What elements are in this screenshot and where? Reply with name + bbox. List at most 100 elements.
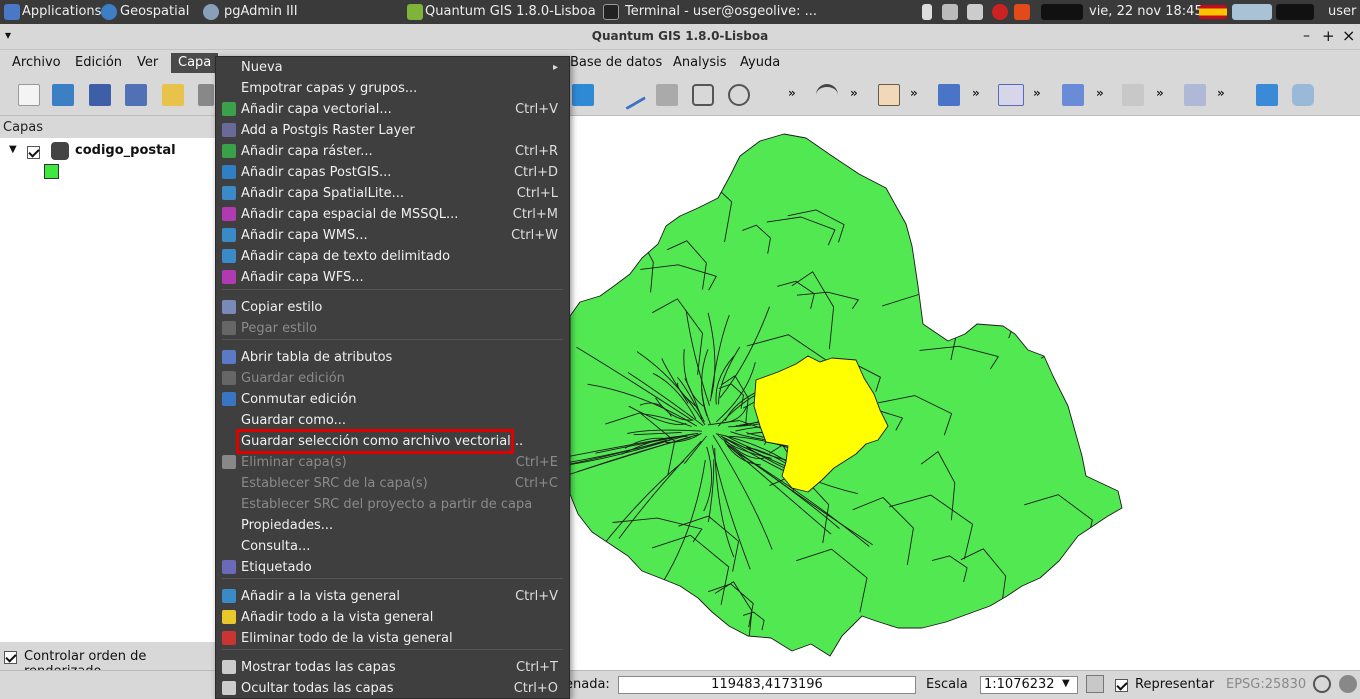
- toolbar-overflow-7[interactable]: »: [1156, 86, 1164, 100]
- toggle-editing-icon[interactable]: [615, 79, 647, 111]
- print-icon[interactable]: [198, 84, 214, 106]
- undo-icon[interactable]: [816, 84, 838, 106]
- close-button[interactable]: ×: [1342, 26, 1355, 45]
- menu-item-anadir-capa-wfs[interactable]: Añadir capa WFS...: [216, 267, 569, 288]
- menu-item-add-a-postgis-raster-layer[interactable]: Add a Postgis Raster Layer: [216, 120, 569, 141]
- open-project-icon[interactable]: [52, 84, 74, 106]
- menu-item-conmutar-edicion[interactable]: Conmutar edición: [216, 389, 569, 410]
- coordinate-field[interactable]: 119483,4173196: [618, 676, 916, 694]
- plugin-bus-icon[interactable]: [1256, 84, 1278, 106]
- render-checkbox[interactable]: [1115, 679, 1128, 692]
- applications-menu[interactable]: Applications: [22, 0, 101, 24]
- menu-item-etiquetado[interactable]: Etiquetado: [216, 557, 569, 578]
- boundary-line: [937, 166, 973, 225]
- new-print-composer-icon[interactable]: [162, 84, 184, 106]
- menu-item-anadir-a-la-vista-general[interactable]: Añadir a la vista general Ctrl+V: [216, 586, 569, 607]
- alert-icon[interactable]: [1014, 4, 1030, 20]
- menu-ayuda[interactable]: Ayuda: [733, 53, 787, 73]
- network-icon[interactable]: [967, 4, 983, 20]
- battery-icon[interactable]: [922, 4, 932, 20]
- stop-render-icon[interactable]: [1086, 675, 1104, 693]
- menu-item-anadir-capa-spatiallite[interactable]: Añadir capa SpatialLite... Ctrl+L: [216, 183, 569, 204]
- menu-item-anadir-capa-espacial-de-mssql[interactable]: Añadir capa espacial de MSSQL... Ctrl+M: [216, 204, 569, 225]
- user-menu[interactable]: user: [1328, 0, 1356, 24]
- epsg-label[interactable]: EPSG:25830: [1226, 677, 1306, 692]
- menu-item-shortcut: Ctrl+E: [515, 455, 558, 470]
- anadir-capa-vectorial-icon: [222, 102, 236, 116]
- menu-item-nueva[interactable]: Nueva ▸: [216, 57, 569, 78]
- menu-edicion[interactable]: Edición: [68, 53, 129, 73]
- layer-row[interactable]: ▼ codigo_postal: [0, 140, 216, 182]
- new-project-icon[interactable]: [18, 84, 40, 106]
- menu-item-anadir-todo-a-la-vista-general[interactable]: Añadir todo a la vista general: [216, 607, 569, 628]
- menu-item-anadir-capas-postgis[interactable]: Añadir capas PostGIS... Ctrl+D: [216, 162, 569, 183]
- menu-item-guardar-como[interactable]: Guardar como...: [216, 410, 569, 431]
- messages-icon[interactable]: [1339, 675, 1357, 693]
- menu-item-shortcut: Ctrl+C: [514, 476, 558, 491]
- boundary-line: [1026, 586, 1076, 637]
- save-edits-icon[interactable]: [656, 84, 678, 106]
- menu-item-label: Eliminar capa(s): [241, 455, 347, 470]
- menu-item-ocultar-todas-las-capas[interactable]: Ocultar todas las capas Ctrl+O: [216, 678, 569, 699]
- menu-ver[interactable]: Ver: [130, 53, 165, 73]
- label-icon[interactable]: [1184, 84, 1206, 106]
- menu-item-anadir-capa-de-texto-delimitado[interactable]: Añadir capa de texto delimitado: [216, 246, 569, 267]
- toolbar-overflow-4[interactable]: »: [972, 86, 980, 100]
- map-svg[interactable]: [570, 116, 1360, 670]
- map-canvas[interactable]: [570, 116, 1360, 670]
- menu-analysis[interactable]: Analysis: [666, 53, 734, 73]
- menu-item-empotrar-capas-y-grupos[interactable]: Empotrar capas y grupos...: [216, 78, 569, 99]
- maximize-button[interactable]: +: [1322, 27, 1335, 45]
- menu-item-establecer-src-del-proyecto-a-partir-de-capa: Establecer SRC del proyecto a partir de …: [216, 494, 569, 515]
- window-titlebar: ▾ Quantum GIS 1.8.0-Lisboa – + ×: [0, 24, 1360, 50]
- digitize-icon[interactable]: [1122, 84, 1144, 106]
- toolbar-overflow-3[interactable]: »: [910, 86, 918, 100]
- minimize-button[interactable]: –: [1303, 28, 1310, 44]
- gps-icon[interactable]: [1062, 84, 1084, 106]
- workspace-switcher[interactable]: [1232, 4, 1272, 20]
- move-feature-icon[interactable]: [728, 84, 750, 106]
- expand-arrow-icon[interactable]: ▼: [9, 144, 17, 155]
- layer-name[interactable]: codigo_postal: [75, 143, 176, 158]
- menu-item-copiar-estilo[interactable]: Copiar estilo: [216, 297, 569, 318]
- menu-base-de-datos[interactable]: Base de datos: [563, 53, 669, 73]
- layer-visibility-checkbox[interactable]: [27, 146, 40, 159]
- clock[interactable]: vie, 22 nov 18:45: [1089, 0, 1203, 24]
- geospatial-menu[interactable]: Geospatial: [120, 0, 189, 24]
- toolbar-overflow-6[interactable]: »: [1096, 86, 1104, 100]
- menu-item-anadir-capa-vectorial[interactable]: Añadir capa vectorial... Ctrl+V: [216, 99, 569, 120]
- toolbar-overflow-2[interactable]: »: [850, 86, 858, 100]
- projection-icon[interactable]: [1313, 675, 1331, 693]
- workspace-2[interactable]: [1276, 4, 1314, 20]
- volume-icon[interactable]: [942, 4, 958, 20]
- save-as-icon[interactable]: [125, 84, 147, 106]
- boundary-line: [970, 233, 1001, 305]
- menu-item-consulta[interactable]: Consulta...: [216, 536, 569, 557]
- menu-item-mostrar-todas-las-capas[interactable]: Mostrar todas las capas Ctrl+T: [216, 657, 569, 678]
- menu-capa[interactable]: Capa: [171, 53, 219, 73]
- update-icon[interactable]: [992, 4, 1008, 20]
- database-icon[interactable]: [1292, 84, 1314, 106]
- menu-item-anadir-capa-raster[interactable]: Añadir capa ráster... Ctrl+R: [216, 141, 569, 162]
- menu-archivo[interactable]: Archivo: [5, 53, 68, 73]
- pgadmin-launcher[interactable]: pgAdmin III: [224, 0, 298, 24]
- render-order-checkbox[interactable]: [4, 651, 17, 664]
- identify-icon[interactable]: [938, 84, 960, 106]
- toolbar-overflow-8[interactable]: »: [1217, 86, 1225, 100]
- scale-dropdown-icon[interactable]: ▼: [1062, 678, 1070, 689]
- postgis-icon[interactable]: [998, 84, 1024, 106]
- current-edits-icon[interactable]: [572, 84, 594, 106]
- menu-item-abrir-tabla-de-atributos[interactable]: Abrir tabla de atributos: [216, 347, 569, 368]
- qgis-task[interactable]: Quantum GIS 1.8.0-Lisboa: [425, 0, 596, 24]
- add-feature-icon[interactable]: [692, 84, 714, 106]
- spain-flag-icon[interactable]: [1199, 5, 1227, 19]
- toolbar-overflow-5[interactable]: »: [1033, 86, 1041, 100]
- pan-hand-icon[interactable]: [878, 84, 900, 106]
- toolbar-overflow-1[interactable]: »: [788, 86, 796, 100]
- anadir-capas-postgis-icon: [222, 165, 236, 179]
- menu-item-propiedades[interactable]: Propiedades...: [216, 515, 569, 536]
- save-project-icon[interactable]: [89, 84, 111, 106]
- menu-item-anadir-capa-wms[interactable]: Añadir capa WMS... Ctrl+W: [216, 225, 569, 246]
- terminal-task[interactable]: Terminal - user@osgeolive: ...: [625, 0, 817, 24]
- menu-item-eliminar-todo-de-la-vista-general[interactable]: Eliminar todo de la vista general: [216, 628, 569, 649]
